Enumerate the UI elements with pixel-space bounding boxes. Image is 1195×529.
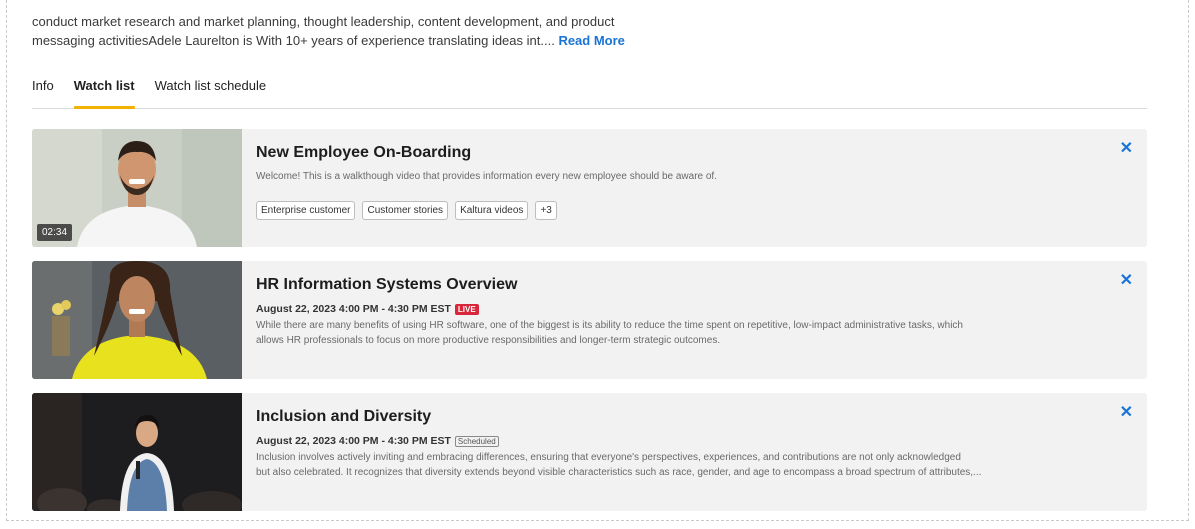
item-date: August 22, 2023 4:00 PM - 4:30 PM EST Sc… (256, 435, 1116, 447)
profile-content: conduct market research and market plann… (32, 0, 1147, 511)
item-details: HR Information Systems Overview August 2… (256, 275, 1116, 348)
item-title[interactable]: New Employee On-Boarding (256, 143, 1116, 163)
live-badge: LIVE (454, 303, 479, 315)
video-duration: 02:34 (37, 224, 73, 241)
item-title[interactable]: HR Information Systems Overview (256, 275, 1116, 295)
video-thumbnail[interactable]: 02:34 (32, 129, 242, 247)
more-tags[interactable]: +3 (535, 201, 557, 220)
item-description-line: but also celebrated. It recognizes that … (256, 467, 982, 478)
tab-watch-list[interactable]: Watch list (73, 76, 135, 109)
item-description-line: Inclusion involves actively inviting and… (256, 452, 961, 463)
tab-bar: Info Watch list Watch list schedule (32, 76, 1147, 109)
video-thumbnail[interactable] (32, 393, 242, 511)
item-title[interactable]: Inclusion and Diversity (256, 407, 1116, 427)
item-description-line: allows HR professionals to focus on more… (256, 335, 721, 346)
remove-close-icon[interactable]: ✕ (1120, 273, 1133, 289)
item-description: Inclusion involves actively inviting and… (256, 450, 1116, 480)
tab-info[interactable]: Info (32, 76, 54, 108)
remove-close-icon[interactable]: ✕ (1120, 141, 1133, 157)
person-thumbnail-image (32, 261, 242, 379)
watchlist-item[interactable]: Inclusion and Diversity August 22, 2023 … (32, 393, 1147, 511)
tag[interactable]: Enterprise customer (256, 201, 356, 220)
scheduled-badge: Scheduled (454, 435, 499, 447)
watchlist-item[interactable]: HR Information Systems Overview August 2… (32, 261, 1147, 379)
bio-line-2: messaging activitiesAdele Laurelton is W… (32, 33, 625, 48)
tag[interactable]: Kaltura videos (455, 201, 529, 220)
tab-watch-list-schedule[interactable]: Watch list schedule (155, 76, 267, 108)
item-description: Welcome! This is a walkthough video that… (256, 171, 717, 182)
item-date: August 22, 2023 4:00 PM - 4:30 PM EST LI… (256, 303, 1116, 315)
watchlist-item[interactable]: 02:34 New Employee On-Boarding Welcome! … (32, 129, 1147, 247)
bio-line-1: conduct market research and market plann… (32, 14, 615, 29)
bio-text: conduct market research and market plann… (32, 12, 1147, 50)
tag-list: Enterprise customer Customer stories Kal… (256, 201, 1116, 220)
item-description-line: While there are many benefits of using H… (256, 320, 963, 331)
read-more-link[interactable]: Read More (558, 33, 624, 48)
item-details: New Employee On-Boarding Welcome! This i… (256, 143, 1116, 220)
item-description: While there are many benefits of using H… (256, 318, 1116, 348)
speaker-thumbnail-image (32, 393, 242, 511)
item-details: Inclusion and Diversity August 22, 2023 … (256, 407, 1116, 480)
remove-close-icon[interactable]: ✕ (1120, 405, 1133, 421)
video-thumbnail[interactable] (32, 261, 242, 379)
item-date-text: August 22, 2023 4:00 PM - 4:30 PM EST (256, 435, 451, 447)
tag[interactable]: Customer stories (362, 201, 449, 220)
item-date-text: August 22, 2023 4:00 PM - 4:30 PM EST (256, 303, 451, 315)
